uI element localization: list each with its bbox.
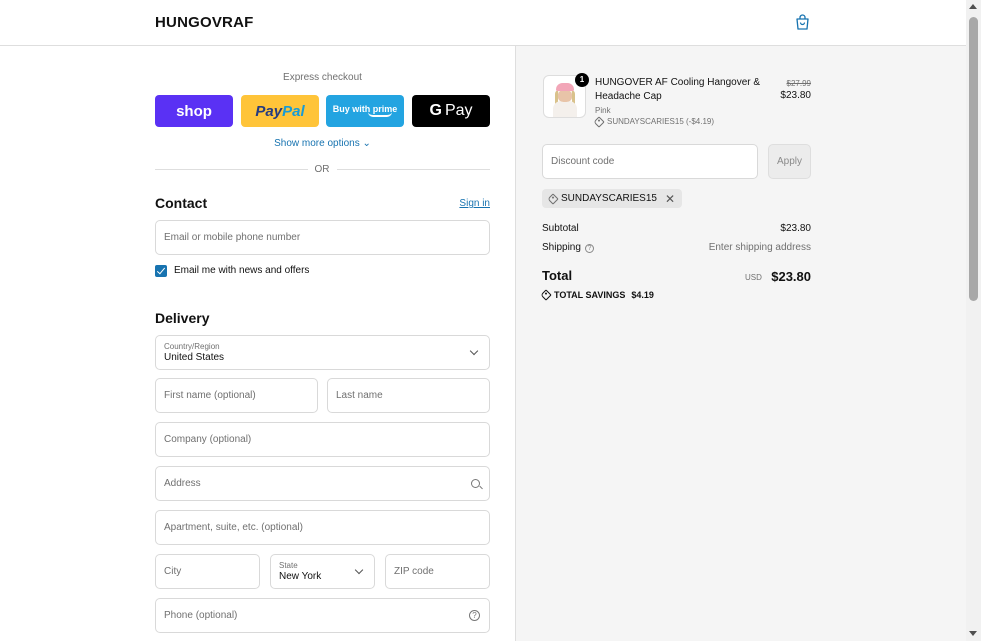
paypal-button[interactable]: Pay Pal [241,95,319,127]
quantity-badge: 1 [575,73,589,87]
shop-pay-label: shop [176,102,212,120]
phone-field[interactable]: Phone (optional) ? [155,598,490,633]
original-price: $27.99 [786,79,811,88]
discount-code-field[interactable]: Discount code [542,144,758,179]
brand-logo[interactable]: HUNGOVRAF [155,14,253,31]
tag-icon [593,115,605,128]
help-icon[interactable]: ? [584,244,594,253]
company-field[interactable]: Company (optional) [155,422,490,457]
scroll-down-icon[interactable] [969,631,977,636]
google-pay-button[interactable]: G Pay [412,95,490,127]
applied-code-label: SUNDAYSCARIES15 [561,193,657,204]
zip-field[interactable]: ZIP code [385,554,490,589]
tag-icon [540,289,552,301]
phone-placeholder: Phone (optional) [164,610,238,621]
first-name-placeholder: First name (optional) [164,390,256,401]
subtotal-label: Subtotal [542,223,579,234]
last-name-placeholder: Last name [336,390,383,401]
remove-discount-icon[interactable]: ✕ [665,193,675,205]
shipping-row-label: Shipping? [542,242,594,253]
last-name-field[interactable]: Last name [327,378,490,413]
site-header: HUNGOVRAF [0,0,966,46]
express-checkout-label: Express checkout [283,72,362,83]
google-g-icon: G [429,102,442,119]
email-field[interactable]: Email or mobile phone number [155,220,490,255]
city-placeholder: City [164,566,182,577]
address-field[interactable]: Address [155,466,490,501]
country-label: Country/Region [164,342,220,351]
news-offers-label: Email me with news and offers [174,265,310,276]
amazon-smile-icon [368,112,392,117]
first-name-field[interactable]: First name (optional) [155,378,318,413]
city-field[interactable]: City [155,554,260,589]
delivery-heading: Delivery [155,310,210,326]
applied-discount-chip: SUNDAYSCARIES15 ✕ [542,189,683,208]
chevron-down-icon [469,346,479,356]
paypal-label-pal: Pal [282,102,305,120]
state-label: State [279,561,298,570]
shipping-value: Enter shipping address [708,242,811,253]
state-select[interactable]: State New York [270,554,375,589]
search-icon [471,479,480,488]
paypal-label-pay: Pay [255,102,283,120]
shopping-bag-icon[interactable] [795,14,810,30]
email-placeholder: Email or mobile phone number [164,232,301,243]
shop-pay-button[interactable]: shop [155,95,233,127]
savings-label: TOTAL SAVINGS [554,290,626,300]
total-currency: USD [745,273,762,282]
item-price: $23.80 [780,90,811,101]
zip-placeholder: ZIP code [394,566,434,577]
apartment-field[interactable]: Apartment, suite, etc. (optional) [155,510,490,545]
divider-right [337,169,490,170]
discount-code-placeholder: Discount code [551,156,615,167]
help-icon[interactable]: ? [469,610,480,621]
scroll-up-icon[interactable] [969,4,977,9]
sign-in-link[interactable]: Sign in [440,198,490,209]
address-placeholder: Address [164,478,201,489]
news-offers-checkbox[interactable] [155,265,167,277]
total-amount: $23.80 [771,269,811,284]
savings-amount: $4.19 [631,290,654,300]
company-placeholder: Company (optional) [164,434,252,445]
show-more-options-link[interactable]: Show more options ⌄ [155,138,490,149]
country-select[interactable]: Country/Region United States [155,335,490,370]
product-discount-label: SUNDAYSCARIES15 (-$4.19) [607,117,714,126]
total-savings: TOTAL SAVINGS $4.19 [540,289,654,301]
total-label: Total [542,268,573,283]
apartment-placeholder: Apartment, suite, etc. (optional) [164,522,303,533]
apply-discount-button[interactable]: Apply [768,144,811,179]
country-value: United States [164,352,225,363]
scrollbar-thumb[interactable] [969,17,978,301]
tag-icon [547,192,559,205]
page-scrollbar[interactable] [966,0,981,641]
product-name: HUNGOVER AF Cooling Hangover & Headache … [595,77,761,102]
contact-heading: Contact [155,195,208,211]
order-summary-pane [515,46,966,641]
subtotal-value: $23.80 [780,223,811,234]
state-value: New York [279,571,322,582]
divider-left [155,169,308,170]
amazon-pay-button[interactable]: Buy with prime [326,95,404,127]
google-pay-label: Pay [444,102,473,119]
or-divider-label: OR [314,164,330,175]
shipping-label: Shipping [542,242,581,253]
product-discount: SUNDAYSCARIES15 (-$4.19) [593,115,714,128]
product-variant: Pink [595,106,611,115]
chevron-down-icon [354,565,364,575]
